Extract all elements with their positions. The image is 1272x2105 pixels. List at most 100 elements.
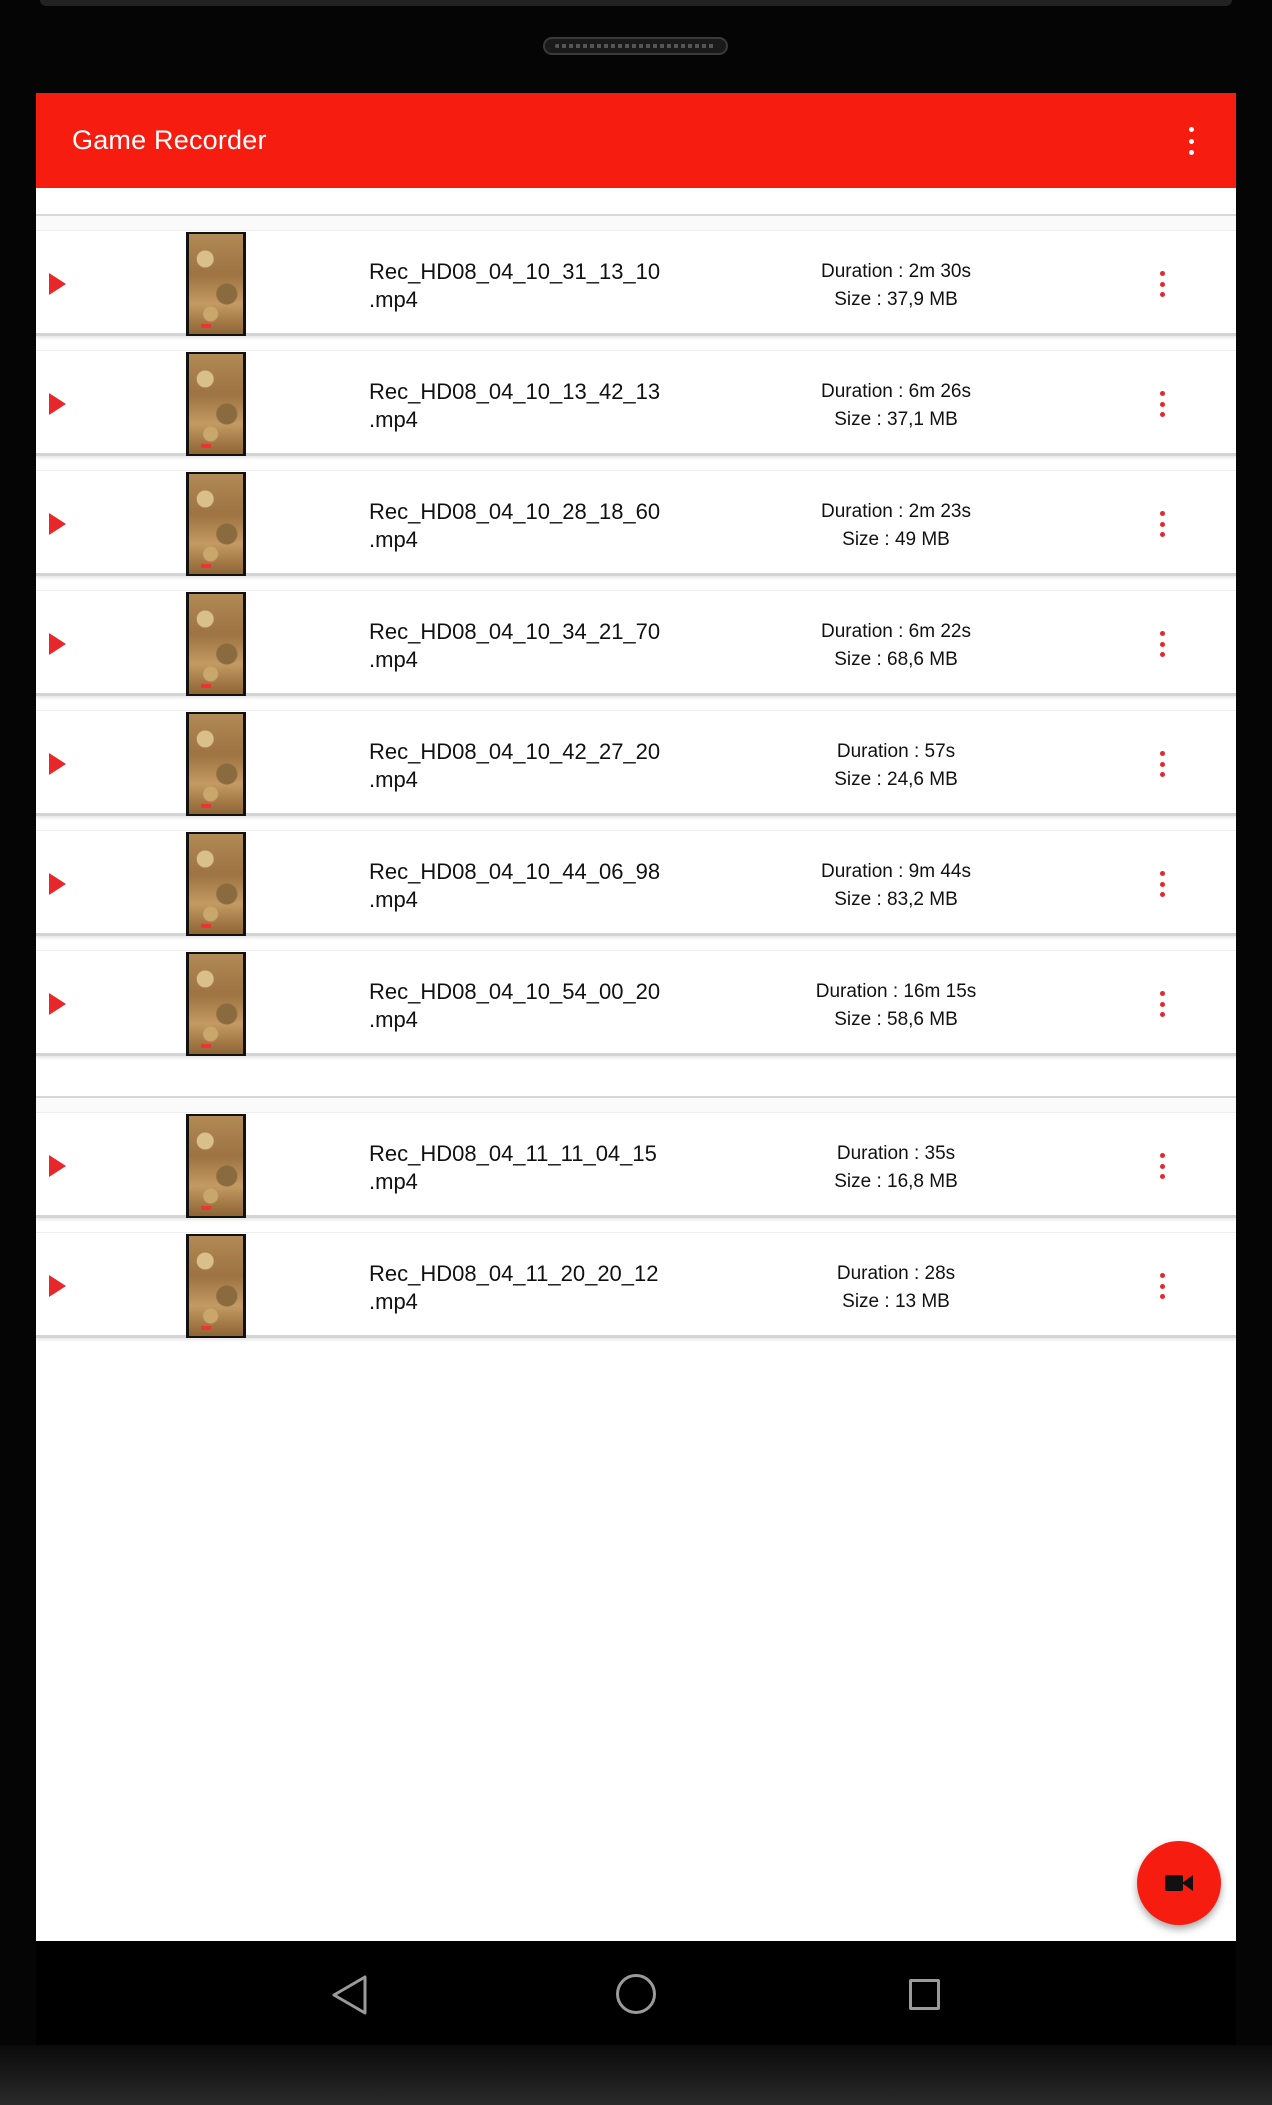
section-gap — [36, 216, 1236, 230]
recording-duration: Duration : 6m 26s — [821, 381, 971, 402]
play-icon[interactable] — [49, 1275, 66, 1297]
recording-size: Size : 37,9 MB — [834, 289, 958, 310]
filename-line: Rec_HD08_04_10_54_00_20 — [369, 979, 661, 1004]
play-icon[interactable] — [49, 993, 66, 1015]
play-icon[interactable] — [49, 273, 66, 295]
section-header — [36, 188, 1236, 216]
thumbnail-image — [189, 234, 243, 334]
video-thumbnail[interactable] — [186, 352, 246, 456]
filename-line: Rec_HD08_04_10_42_27_20 — [369, 739, 661, 764]
recording-info: Duration : 16m 15s Size : 58,6 MB — [756, 978, 1036, 1034]
filename-line: Rec_HD08_04_10_28_18_60 — [369, 499, 661, 524]
recording-duration: Duration : 28s — [836, 1263, 956, 1284]
thumbnail-image — [189, 1116, 243, 1216]
recording-size: Size : 58,6 MB — [834, 1009, 958, 1030]
recording-filename: Rec_HD08_04_11_20_20_12 .mp4 — [369, 1260, 689, 1316]
recording-info: Duration : 6m 26s Size : 37,1 MB — [756, 378, 1036, 434]
tablet-device: Game Recorder Rec_HD08_04_10_31_13_10 .m… — [0, 0, 1272, 2105]
bottom-bezel — [0, 2045, 1272, 2105]
recording-info: Duration : 57s Size : 24,6 MB — [756, 738, 1036, 794]
row-more-vert-icon[interactable] — [1158, 271, 1166, 297]
recording-size: Size : 13 MB — [842, 1291, 950, 1312]
recording-duration: Duration : 16m 15s — [815, 981, 977, 1002]
filename-extension: .mp4 — [369, 1289, 418, 1314]
video-thumbnail[interactable] — [186, 472, 246, 576]
filename-line: Rec_HD08_04_10_34_21_70 — [369, 619, 661, 644]
recording-size: Size : 16,8 MB — [834, 1171, 958, 1192]
recents-square-icon[interactable] — [909, 1979, 940, 2010]
filename-line: Rec_HD08_04_11_11_04_15 — [369, 1141, 657, 1166]
speaker-holes — [555, 44, 716, 48]
video-thumbnail[interactable] — [186, 712, 246, 816]
filename-line: Rec_HD08_04_10_44_06_98 — [369, 859, 661, 884]
filename-line: Rec_HD08_04_10_13_42_13 — [369, 379, 661, 404]
back-triangle-icon[interactable] — [329, 1973, 369, 2017]
play-icon[interactable] — [49, 753, 66, 775]
recording-info: Duration : 9m 44s Size : 83,2 MB — [756, 858, 1036, 914]
row-more-vert-icon[interactable] — [1158, 391, 1166, 417]
system-nav-bar — [36, 1941, 1236, 2045]
recording-row[interactable]: Rec_HD08_04_10_42_27_20 .mp4 Duration : … — [36, 710, 1236, 816]
filename-extension: .mp4 — [369, 287, 418, 312]
speaker-grill — [543, 37, 728, 55]
bezel-edge — [40, 0, 1232, 6]
section-header — [36, 1070, 1236, 1098]
thumbnail-image — [189, 834, 243, 934]
row-more-vert-icon[interactable] — [1158, 511, 1166, 537]
row-more-vert-icon[interactable] — [1158, 1153, 1166, 1179]
play-icon[interactable] — [49, 873, 66, 895]
recording-row[interactable]: Rec_HD08_04_10_13_42_13 .mp4 Duration : … — [36, 350, 1236, 456]
row-more-vert-icon[interactable] — [1158, 871, 1166, 897]
play-icon[interactable] — [49, 513, 66, 535]
recording-info: Duration : 2m 23s Size : 49 MB — [756, 498, 1036, 554]
video-thumbnail[interactable] — [186, 952, 246, 1056]
video-thumbnail[interactable] — [186, 232, 246, 336]
row-more-vert-icon[interactable] — [1158, 991, 1166, 1017]
recording-row[interactable]: Rec_HD08_04_10_54_00_20 .mp4 Duration : … — [36, 950, 1236, 1056]
video-thumbnail[interactable] — [186, 1114, 246, 1218]
recording-filename: Rec_HD08_04_10_54_00_20 .mp4 — [369, 978, 689, 1034]
filename-line: Rec_HD08_04_11_20_20_12 — [369, 1261, 659, 1286]
recording-filename: Rec_HD08_04_10_44_06_98 .mp4 — [369, 858, 689, 914]
row-more-vert-icon[interactable] — [1158, 751, 1166, 777]
video-thumbnail[interactable] — [186, 1234, 246, 1338]
thumbnail-image — [189, 594, 243, 694]
filename-line: Rec_HD08_04_10_31_13_10 — [369, 259, 661, 284]
thumbnail-image — [189, 354, 243, 454]
thumbnail-image — [189, 1236, 243, 1336]
filename-extension: .mp4 — [369, 407, 418, 432]
recording-info: Duration : 35s Size : 16,8 MB — [756, 1140, 1036, 1196]
recording-size: Size : 24,6 MB — [834, 769, 958, 790]
app-title: Game Recorder — [72, 125, 267, 155]
recording-row[interactable]: Rec_HD08_04_10_44_06_98 .mp4 Duration : … — [36, 830, 1236, 936]
recording-filename: Rec_HD08_04_10_42_27_20 .mp4 — [369, 738, 689, 794]
video-thumbnail[interactable] — [186, 592, 246, 696]
home-circle-icon[interactable] — [616, 1974, 656, 2014]
recording-filename: Rec_HD08_04_10_28_18_60 .mp4 — [369, 498, 689, 554]
recording-size: Size : 37,1 MB — [834, 409, 958, 430]
play-icon[interactable] — [49, 393, 66, 415]
recording-row[interactable]: Rec_HD08_04_10_31_13_10 .mp4 Duration : … — [36, 230, 1236, 336]
section-gap — [36, 1098, 1236, 1112]
play-icon[interactable] — [49, 1155, 66, 1177]
recording-size: Size : 83,2 MB — [834, 889, 958, 910]
recording-row[interactable]: Rec_HD08_04_11_20_20_12 .mp4 Duration : … — [36, 1232, 1236, 1338]
recording-filename: Rec_HD08_04_10_31_13_10 .mp4 — [369, 258, 689, 314]
recording-duration: Duration : 9m 44s — [821, 861, 971, 882]
recording-size: Size : 49 MB — [842, 529, 950, 550]
video-thumbnail[interactable] — [186, 832, 246, 936]
row-more-vert-icon[interactable] — [1158, 631, 1166, 657]
filename-extension: .mp4 — [369, 1169, 418, 1194]
play-icon[interactable] — [49, 633, 66, 655]
recording-row[interactable]: Rec_HD08_04_11_11_04_15 .mp4 Duration : … — [36, 1112, 1236, 1218]
thumbnail-image — [189, 474, 243, 574]
app-screen: Game Recorder Rec_HD08_04_10_31_13_10 .m… — [36, 93, 1236, 1941]
more-vert-icon[interactable] — [1186, 127, 1196, 155]
row-more-vert-icon[interactable] — [1158, 1273, 1166, 1299]
filename-extension: .mp4 — [369, 647, 418, 672]
videocam-lens-icon — [1182, 1875, 1193, 1891]
recording-row[interactable]: Rec_HD08_04_10_34_21_70 .mp4 Duration : … — [36, 590, 1236, 696]
recording-row[interactable]: Rec_HD08_04_10_28_18_60 .mp4 Duration : … — [36, 470, 1236, 576]
record-fab-button[interactable] — [1137, 1841, 1221, 1925]
filename-extension: .mp4 — [369, 767, 418, 792]
